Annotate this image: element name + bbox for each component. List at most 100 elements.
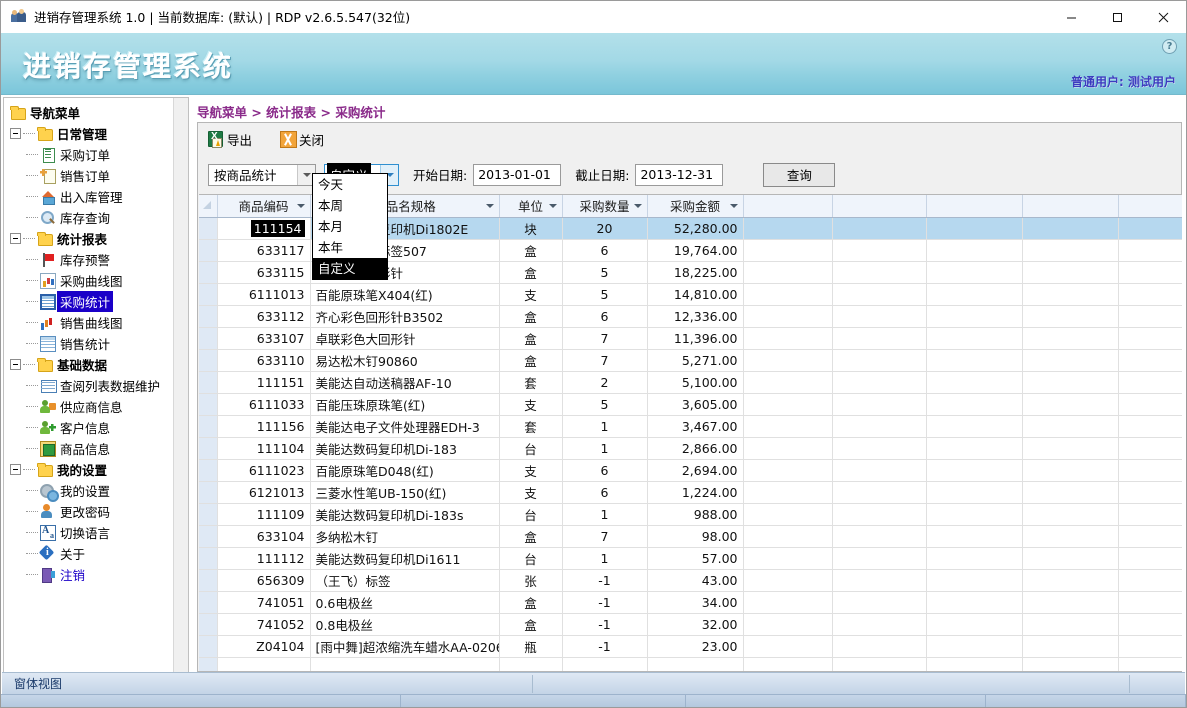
table-row[interactable]: 6111033 百能压珠原珠笔(红) 支 5 3,605.00 (199, 393, 1182, 416)
cell-purchase-amount[interactable]: 43.00 (647, 569, 744, 592)
query-button[interactable]: 查询 (763, 162, 836, 187)
cell-empty[interactable] (743, 459, 833, 482)
cell-empty[interactable] (926, 305, 1023, 328)
cell-unit[interactable]: 盒 (499, 591, 563, 614)
cell-product-code[interactable]: 741051 (217, 591, 311, 614)
cell-empty[interactable] (743, 569, 833, 592)
table-row[interactable]: 6111013 百能原珠笔X404(红) 支 5 14,810.00 (199, 283, 1182, 306)
cell-empty[interactable] (832, 613, 927, 636)
grid-column-header-0[interactable]: 商品编码 (217, 195, 311, 218)
cell-unit[interactable]: 台 (499, 437, 563, 460)
cell-unit[interactable]: 支 (499, 283, 563, 306)
row-header-cell[interactable] (199, 415, 218, 438)
row-header-cell[interactable] (199, 261, 218, 284)
grid-column-header-2[interactable]: 单位 (499, 195, 563, 218)
row-header-cell[interactable] (199, 459, 218, 482)
cell-product-name[interactable]: 卓联彩色大回形针 (310, 327, 500, 350)
cell-empty[interactable] (926, 481, 1023, 504)
cell-empty[interactable] (1118, 437, 1182, 460)
cell-empty[interactable] (1022, 349, 1119, 372)
sidebar-item-17[interactable]: 我的设置 (4, 459, 188, 480)
cell-empty[interactable] (1118, 591, 1182, 614)
cell-purchase-qty[interactable]: 1 (562, 547, 648, 570)
cell-unit[interactable]: 瓶 (499, 635, 563, 658)
cell-empty[interactable] (647, 657, 744, 671)
cell-empty[interactable] (743, 283, 833, 306)
cell-purchase-qty[interactable]: 1 (562, 415, 648, 438)
cell-purchase-qty[interactable]: -1 (562, 613, 648, 636)
cell-empty[interactable] (562, 657, 648, 671)
tree-collapse-icon[interactable] (10, 233, 21, 244)
grid-column-header-3[interactable]: 采购数量 (562, 195, 648, 218)
cell-unit[interactable]: 张 (499, 569, 563, 592)
sort-arrow-icon[interactable] (548, 204, 557, 208)
cell-product-code[interactable]: 6111033 (217, 393, 311, 416)
cell-product-code[interactable]: 633117 (217, 239, 311, 262)
cell-unit[interactable]: 盒 (499, 349, 563, 372)
start-date-input[interactable]: 2013-01-01 (473, 163, 562, 186)
cell-purchase-amount[interactable]: 1,224.00 (647, 481, 744, 504)
cell-empty[interactable] (832, 635, 927, 658)
cell-empty[interactable] (926, 261, 1023, 284)
cell-empty[interactable] (832, 239, 927, 262)
cell-empty[interactable] (1022, 393, 1119, 416)
sidebar-item-19[interactable]: 更改密码 (4, 501, 188, 522)
cell-empty[interactable] (1118, 217, 1182, 240)
cell-empty[interactable] (926, 283, 1023, 306)
cell-empty[interactable] (832, 349, 927, 372)
row-header-cell[interactable] (199, 305, 218, 328)
cell-empty[interactable] (926, 459, 1023, 482)
grid-column-header-9[interactable] (1118, 195, 1182, 218)
export-button[interactable]: 导出 (208, 130, 252, 149)
cell-empty[interactable] (926, 349, 1023, 372)
cell-empty[interactable] (1118, 547, 1182, 570)
sidebar-item-5[interactable]: 库存查询 (4, 207, 188, 228)
cell-empty[interactable] (1022, 217, 1119, 240)
period-dropdown-option-1[interactable]: 本周 (313, 195, 387, 216)
cell-purchase-qty[interactable]: 1 (562, 503, 648, 526)
cell-purchase-amount[interactable]: 23.00 (647, 635, 744, 658)
cell-purchase-amount[interactable]: 3,467.00 (647, 415, 744, 438)
cell-product-name[interactable]: 易达松木钉90860 (310, 349, 500, 372)
cell-purchase-qty[interactable]: -1 (562, 635, 648, 658)
cell-empty[interactable] (1022, 437, 1119, 460)
cell-purchase-amount[interactable]: 52,280.00 (647, 217, 744, 240)
cell-purchase-amount[interactable]: 32.00 (647, 613, 744, 636)
cell-empty[interactable] (743, 261, 833, 284)
cell-unit[interactable]: 支 (499, 393, 563, 416)
cell-empty[interactable] (926, 393, 1023, 416)
cell-product-name[interactable]: 百能压珠原珠笔(红) (310, 393, 500, 416)
table-row[interactable]: 111104 美能达数码复印机Di-183 台 1 2,866.00 (199, 437, 1182, 460)
cell-empty[interactable] (832, 217, 927, 240)
cell-empty[interactable] (1118, 393, 1182, 416)
cell-empty[interactable] (1022, 547, 1119, 570)
cell-empty[interactable] (926, 503, 1023, 526)
cell-empty[interactable] (1022, 327, 1119, 350)
sidebar-item-15[interactable]: 客户信息 (4, 417, 188, 438)
cell-purchase-amount[interactable]: 19,764.00 (647, 239, 744, 262)
cell-product-name[interactable]: 美能达数码复印机Di1611 (310, 547, 500, 570)
sort-arrow-icon[interactable] (485, 204, 494, 208)
cell-empty[interactable] (743, 547, 833, 570)
group-by-select[interactable]: 按商品统计 (208, 163, 316, 186)
cell-empty[interactable] (743, 525, 833, 548)
cell-product-code[interactable]: 633110 (217, 349, 311, 372)
cell-purchase-qty[interactable]: 5 (562, 261, 648, 284)
cell-empty[interactable] (743, 371, 833, 394)
cell-empty[interactable] (1118, 481, 1182, 504)
cell-empty[interactable] (743, 503, 833, 526)
cell-product-code[interactable]: 111112 (217, 547, 311, 570)
cell-empty[interactable] (743, 349, 833, 372)
end-date-input[interactable]: 2013-12-31 (635, 163, 724, 186)
cell-empty[interactable] (743, 393, 833, 416)
cell-empty[interactable] (217, 657, 311, 671)
cell-unit[interactable]: 盒 (499, 239, 563, 262)
cell-empty[interactable] (1022, 415, 1119, 438)
cell-purchase-qty[interactable]: 7 (562, 525, 648, 548)
sidebar-item-6[interactable]: 统计报表 (4, 228, 188, 249)
cell-empty[interactable] (926, 239, 1023, 262)
cell-empty[interactable] (1118, 459, 1182, 482)
grid-column-header-6[interactable] (832, 195, 927, 218)
row-header-cell[interactable] (199, 371, 218, 394)
cell-empty[interactable] (1022, 591, 1119, 614)
